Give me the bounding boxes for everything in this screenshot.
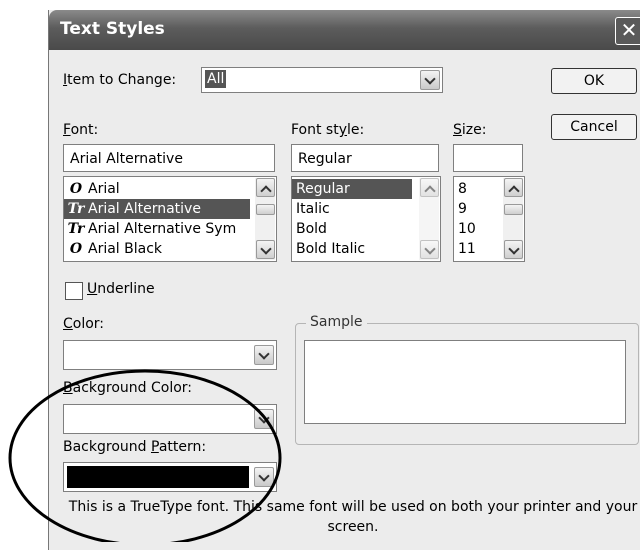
annotation-ellipse	[8, 369, 282, 542]
